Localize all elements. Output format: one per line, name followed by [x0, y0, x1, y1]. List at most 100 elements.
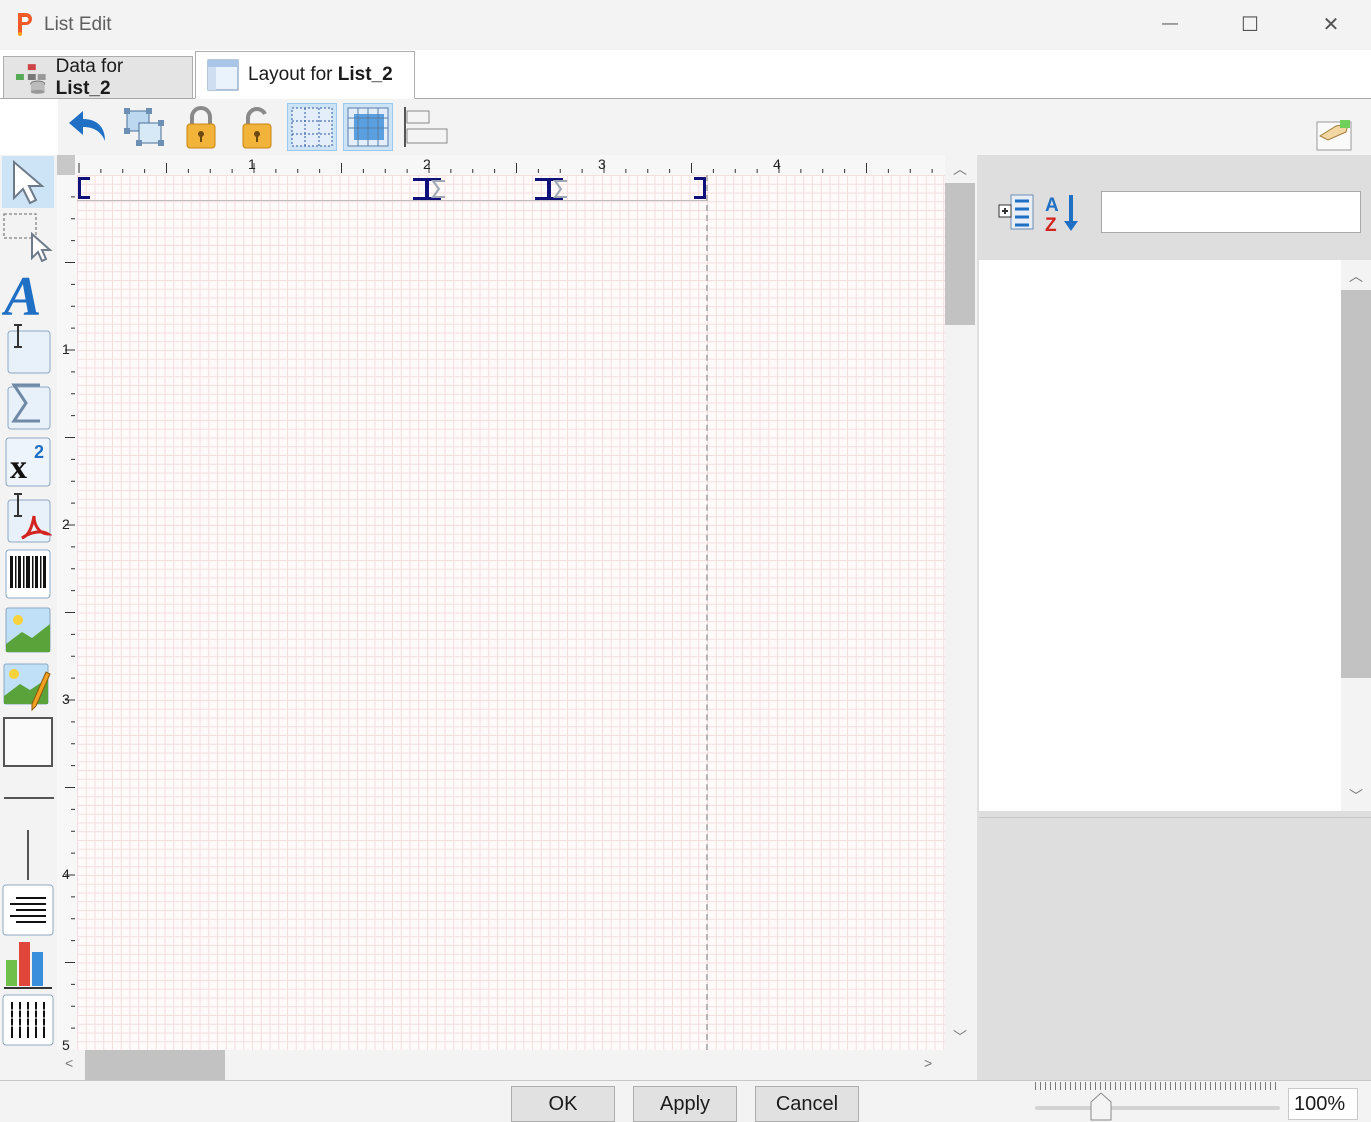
snap-to-grid-button[interactable]: [343, 103, 393, 151]
align-button[interactable]: [400, 103, 450, 151]
sort-az-icon: A Z: [1045, 195, 1078, 236]
field-tool[interactable]: [2, 323, 54, 375]
paragraph-tool[interactable]: [2, 884, 54, 936]
column-sum-icon: [413, 178, 445, 200]
zoom-slider[interactable]: [1035, 1106, 1280, 1110]
minimize-button[interactable]: —: [1130, 0, 1210, 48]
group-icon: [124, 108, 164, 146]
marquee-select-tool[interactable]: [2, 210, 54, 262]
property-list-scroll-thumb[interactable]: [1341, 290, 1371, 678]
close-icon: ✕: [1322, 13, 1340, 36]
ruler-v-label-2: 2: [62, 516, 70, 532]
column-separator[interactable]: [535, 177, 567, 201]
select-tool[interactable]: [2, 156, 54, 208]
sum-field-tool[interactable]: [2, 379, 54, 431]
lock-button[interactable]: [176, 103, 226, 151]
select-arrow-icon: [13, 159, 45, 205]
scroll-corner: [945, 1050, 975, 1080]
pdf-field-tool[interactable]: [2, 492, 54, 544]
group-button[interactable]: [120, 103, 170, 151]
close-button[interactable]: ✕: [1291, 0, 1371, 48]
zoom-slider-ticks: [1035, 1082, 1280, 1090]
lock-icon: [186, 106, 216, 149]
ok-button[interactable]: OK: [511, 1086, 615, 1122]
maximize-icon: ☐: [1241, 13, 1259, 36]
vertical-line-icon: [27, 830, 29, 880]
cancel-button[interactable]: Cancel: [755, 1086, 859, 1122]
ruler-h-label-1: 1: [248, 156, 256, 172]
image-tool[interactable]: [2, 604, 54, 656]
formula-icon: x 2: [5, 437, 51, 487]
unlock-icon: [242, 107, 272, 149]
unlock-button[interactable]: [232, 103, 282, 151]
property-description-pane: [979, 817, 1371, 1081]
vertical-line-tool[interactable]: [2, 828, 54, 880]
formula-tool[interactable]: x 2: [2, 436, 54, 488]
chart-tool[interactable]: [2, 938, 54, 990]
canvas-horizontal-scroll-thumb[interactable]: [85, 1050, 225, 1080]
tab-layout[interactable]: Layout for List_2: [195, 51, 415, 99]
scroll-left-icon[interactable]: <: [65, 1055, 73, 1071]
data-source-icon: [15, 63, 46, 94]
show-grid-button[interactable]: [287, 103, 337, 151]
scroll-right-icon[interactable]: >: [924, 1055, 932, 1071]
page-margin-line: [706, 175, 708, 1050]
svg-text:x: x: [10, 449, 27, 486]
property-list[interactable]: [979, 260, 1341, 811]
tab-data[interactable]: Data for List_2: [3, 56, 193, 99]
column-separator[interactable]: [413, 177, 445, 201]
scroll-up-icon[interactable]: ︿: [1349, 266, 1363, 286]
horizontal-ruler: 1 2 3 4: [57, 155, 945, 175]
image-icon: [5, 607, 51, 653]
undo-button[interactable]: [63, 103, 113, 151]
horizontal-line-tool[interactable]: [2, 772, 54, 824]
sum-field-icon: [7, 383, 51, 430]
ruler-h-label-3: 3: [598, 156, 606, 172]
zoom-slider-thumb[interactable]: [1090, 1092, 1112, 1121]
pdf-field-icon: [7, 493, 52, 543]
image-field-icon: [3, 663, 51, 712]
band-start-marker[interactable]: [78, 177, 90, 199]
undo-icon: [69, 111, 105, 141]
svg-text:Z: Z: [1045, 215, 1057, 233]
apply-button[interactable]: Apply: [633, 1086, 737, 1122]
app-logo-icon: [18, 13, 32, 36]
scroll-down-icon[interactable]: ﹀: [1349, 786, 1363, 806]
snap-to-grid-icon: [347, 107, 389, 147]
align-icon: [404, 107, 448, 147]
rectangle-icon: [3, 717, 53, 767]
categorize-button[interactable]: [995, 191, 1037, 233]
chart-icon: [4, 942, 52, 989]
scroll-up-icon[interactable]: ︿: [953, 159, 967, 179]
table-tool[interactable]: [2, 994, 54, 1046]
image-field-tool[interactable]: [2, 660, 54, 712]
edit-image-button[interactable]: [1312, 112, 1356, 154]
edit-image-icon: [1316, 120, 1352, 151]
text-tool[interactable]: A: [2, 266, 54, 319]
ruler-h-label-2: 2: [423, 156, 431, 172]
table-icon: [2, 994, 54, 1046]
svg-text:2: 2: [34, 442, 44, 462]
property-search-input[interactable]: [1101, 191, 1361, 233]
marquee-select-icon: [3, 213, 53, 262]
tab-layout-label: Layout for List_2: [248, 64, 393, 85]
barcode-tool[interactable]: [2, 548, 54, 600]
rectangle-tool[interactable]: [2, 716, 54, 768]
text-icon: A: [2, 266, 41, 319]
svg-text:A: A: [1045, 195, 1059, 216]
scroll-down-icon[interactable]: ﹀: [953, 1027, 967, 1047]
categorize-icon: [998, 194, 1034, 230]
maximize-button[interactable]: ☐: [1210, 0, 1290, 48]
sort-az-button[interactable]: A Z: [1043, 191, 1085, 236]
ruler-v-label-3: 3: [62, 691, 70, 707]
canvas-vertical-scroll-thumb[interactable]: [945, 183, 975, 325]
show-grid-icon: [291, 107, 333, 147]
zoom-value[interactable]: 100%: [1288, 1088, 1358, 1120]
band-end-marker[interactable]: [694, 177, 706, 199]
ruler-v-label-1: 1: [62, 341, 70, 357]
field-icon: [7, 324, 51, 374]
layout-canvas[interactable]: [77, 175, 945, 1050]
band-divider: [77, 200, 707, 201]
ruler-h-label-4: 4: [773, 156, 781, 172]
horizontal-line-icon: [4, 797, 54, 799]
